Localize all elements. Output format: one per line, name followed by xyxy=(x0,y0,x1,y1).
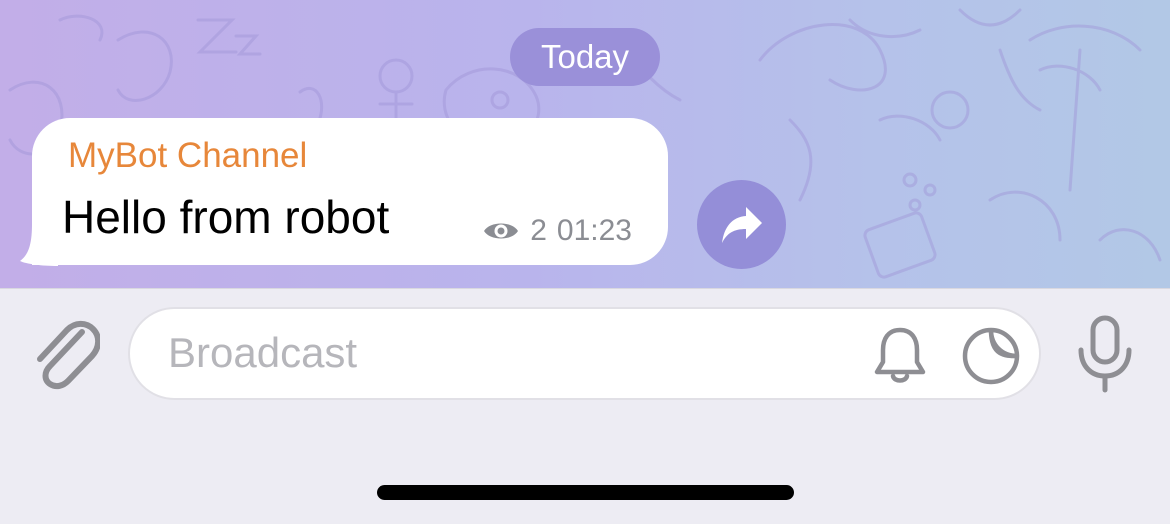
message-time: 01:23 xyxy=(556,214,632,247)
message-input[interactable]: Broadcast xyxy=(128,307,1041,400)
bell-icon[interactable] xyxy=(872,324,928,388)
share-arrow-icon xyxy=(721,206,762,243)
view-count: 2 xyxy=(530,214,547,247)
paperclip-icon[interactable] xyxy=(30,314,100,390)
date-separator: Today xyxy=(510,28,660,86)
message-bubble[interactable]: MyBot Channel Hello from robot 2 01:23 xyxy=(32,118,668,265)
microphone-icon[interactable] xyxy=(1074,314,1136,394)
share-button[interactable] xyxy=(697,180,786,269)
message-input-placeholder: Broadcast xyxy=(168,329,358,376)
message-sender[interactable]: MyBot Channel xyxy=(68,136,307,176)
sticker-icon[interactable] xyxy=(960,325,1022,387)
chat-area: Today MyBot Channel Hello from robot 2 0… xyxy=(0,0,1170,288)
message-text: Hello from robot xyxy=(62,191,390,243)
home-indicator[interactable] xyxy=(377,485,794,500)
message-meta: 2 01:23 xyxy=(482,214,632,248)
eye-icon xyxy=(484,223,519,239)
